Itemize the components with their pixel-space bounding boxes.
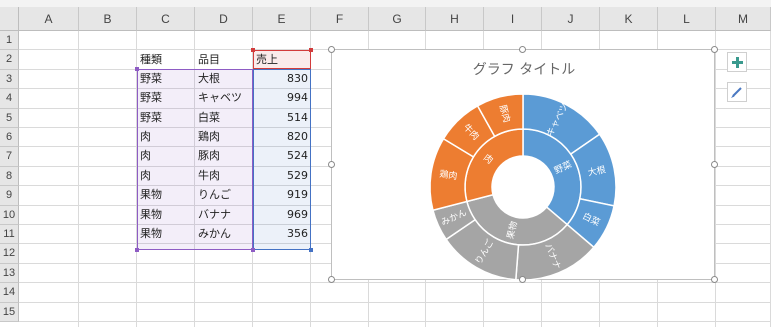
- cell-item[interactable]: りんご: [198, 185, 231, 205]
- resize-handle-r[interactable]: [711, 161, 718, 168]
- range-handle[interactable]: [251, 248, 255, 252]
- cell-item[interactable]: キャベツ: [198, 88, 242, 108]
- row-header-11[interactable]: 11: [0, 225, 19, 245]
- cell-item[interactable]: みかん: [198, 224, 231, 244]
- column-header-K[interactable]: K: [600, 7, 658, 31]
- cell-item[interactable]: 鶏肉: [198, 127, 220, 147]
- column-header-L[interactable]: L: [658, 7, 716, 31]
- column-header-F[interactable]: F: [311, 7, 369, 31]
- chart-styles-button[interactable]: [727, 82, 747, 102]
- column-header-A[interactable]: A: [19, 7, 79, 31]
- cell-type[interactable]: 肉: [140, 146, 151, 166]
- row-header-4[interactable]: 4: [0, 89, 19, 109]
- cell-type[interactable]: 野菜: [140, 108, 162, 128]
- cell-item[interactable]: バナナ: [198, 205, 231, 225]
- resize-handle-b[interactable]: [519, 276, 526, 283]
- cell-sales[interactable]: 830: [253, 69, 308, 89]
- cell-type[interactable]: 果物: [140, 205, 162, 225]
- header-cell-item[interactable]: 品目: [198, 50, 220, 70]
- row-header-1[interactable]: 1: [0, 31, 19, 51]
- row-header-2[interactable]: 2: [0, 50, 19, 70]
- header-cell-sales[interactable]: 売上: [256, 50, 278, 70]
- cell-sales[interactable]: 514: [253, 108, 308, 128]
- cell-type[interactable]: 野菜: [140, 69, 162, 89]
- resize-handle-br[interactable]: [711, 276, 718, 283]
- cell-type[interactable]: 野菜: [140, 88, 162, 108]
- header-cell-type[interactable]: 種類: [140, 50, 162, 70]
- column-header-B[interactable]: B: [79, 7, 137, 31]
- column-header-E[interactable]: E: [253, 7, 311, 31]
- column-header-D[interactable]: D: [195, 7, 253, 31]
- sunburst-chart[interactable]: グラフ タイトル 野菜 キャベツ 大根 白菜 果物 バナナ りんご みかん肉鶏肉 牛肉 豚肉: [331, 49, 715, 281]
- row-header-7[interactable]: 7: [0, 147, 19, 167]
- range-handle[interactable]: [309, 248, 313, 252]
- cell-type[interactable]: 果物: [140, 185, 162, 205]
- row-header-6[interactable]: 6: [0, 128, 19, 148]
- cell-sales[interactable]: 820: [253, 127, 308, 147]
- cell-type[interactable]: 肉: [140, 166, 151, 186]
- cell-sales[interactable]: 994: [253, 88, 308, 108]
- spreadsheet: ABCDEFGHIJKLM 1 2 3 4 5 6 7 8 9 10 11 12 13 14 15 種類 品…: [0, 0, 771, 327]
- row-header-15[interactable]: 15: [0, 302, 19, 322]
- row-header-3[interactable]: 3: [0, 69, 19, 90]
- resize-handle-l[interactable]: [328, 161, 335, 168]
- column-header-J[interactable]: J: [542, 7, 600, 31]
- column-header-H[interactable]: H: [426, 7, 484, 31]
- brush-icon: [731, 87, 742, 98]
- select-all-corner[interactable]: [0, 7, 19, 31]
- toolbar-strip: [0, 0, 771, 7]
- chart-elements-button[interactable]: [727, 52, 747, 72]
- cell-sales[interactable]: 524: [253, 146, 308, 166]
- cell-sales[interactable]: 969: [253, 205, 308, 225]
- cell-type[interactable]: 果物: [140, 224, 162, 244]
- cell-item[interactable]: 白菜: [198, 108, 220, 128]
- cell-item[interactable]: 豚肉: [198, 146, 220, 166]
- column-header-I[interactable]: I: [484, 7, 542, 31]
- row-header-12[interactable]: 12: [0, 244, 19, 264]
- cell-item[interactable]: 大根: [198, 69, 220, 89]
- row-header-13[interactable]: 13: [0, 263, 19, 284]
- sunburst-plot: 野菜キャベツ大根白菜果物バナナりんごみかん肉鶏肉牛肉豚肉: [429, 93, 617, 281]
- column-header-M[interactable]: M: [716, 7, 771, 31]
- cell-sales[interactable]: 919: [253, 185, 308, 205]
- range-handle[interactable]: [135, 248, 139, 252]
- row-header-14[interactable]: 14: [0, 283, 19, 303]
- gridline-col: [78, 31, 79, 327]
- range-handle[interactable]: [251, 48, 255, 52]
- cell-item[interactable]: 牛肉: [198, 166, 220, 186]
- column-header-C[interactable]: C: [137, 7, 195, 31]
- range-handle[interactable]: [135, 67, 139, 71]
- row-header-8[interactable]: 8: [0, 166, 19, 187]
- row-header-5[interactable]: 5: [0, 108, 19, 128]
- resize-handle-tr[interactable]: [711, 46, 718, 53]
- resize-handle-bl[interactable]: [328, 276, 335, 283]
- resize-handle-t[interactable]: [519, 46, 526, 53]
- range-handle[interactable]: [309, 48, 313, 52]
- gridline-row: [19, 282, 771, 284]
- row-header-9[interactable]: 9: [0, 186, 19, 206]
- row-header-10[interactable]: 10: [0, 205, 19, 225]
- cell-sales[interactable]: 529: [253, 166, 308, 186]
- gridline-row: [19, 321, 771, 322]
- cell-type[interactable]: 肉: [140, 127, 151, 147]
- cell-sales[interactable]: 356: [253, 224, 308, 244]
- resize-handle-tl[interactable]: [328, 46, 335, 53]
- gridline-row: [19, 301, 771, 303]
- column-header-G[interactable]: G: [369, 7, 426, 31]
